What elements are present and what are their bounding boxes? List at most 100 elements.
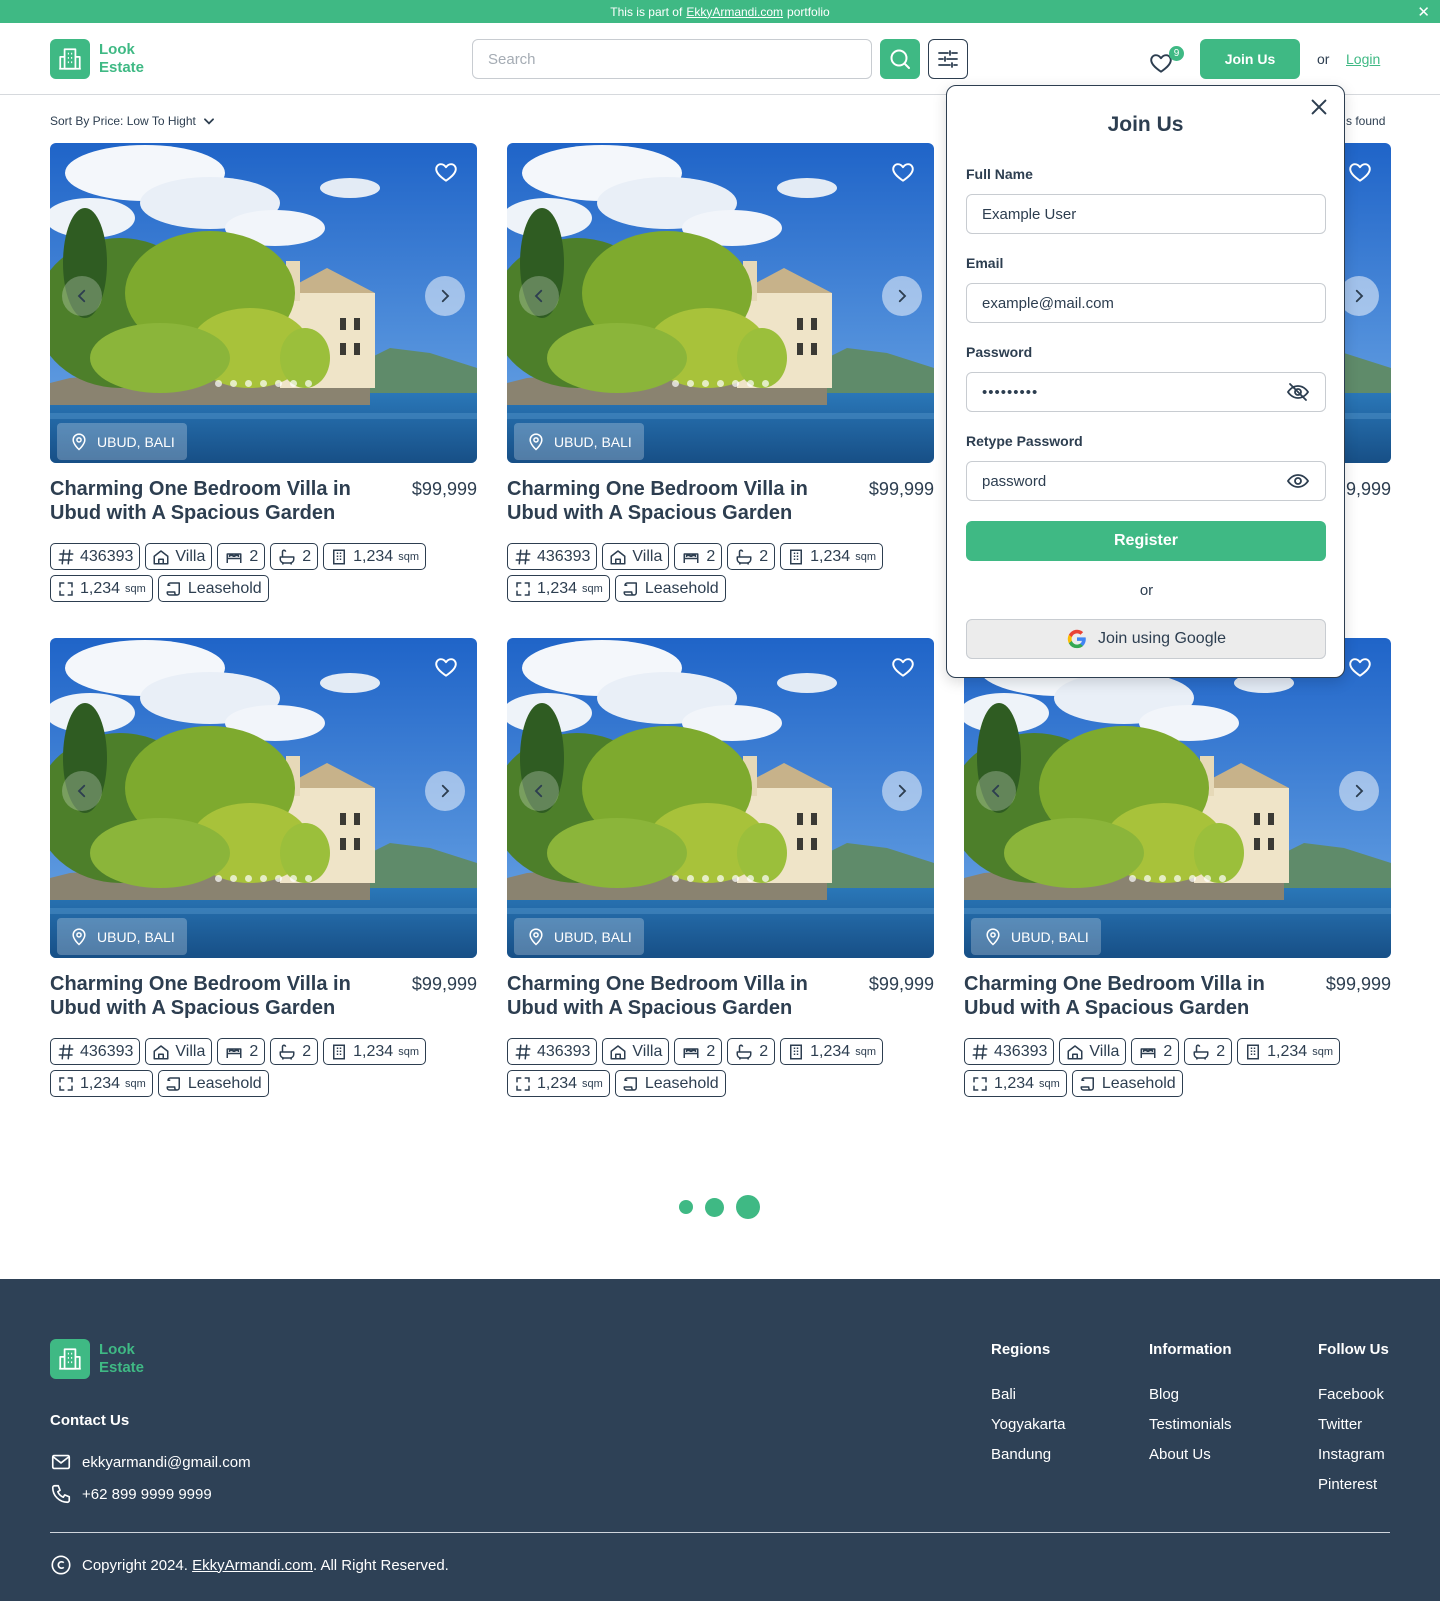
chevron-left-icon	[534, 784, 543, 798]
listing-price: $99,999	[868, 479, 934, 499]
search-input[interactable]	[472, 39, 872, 79]
next-photo-button[interactable]	[1339, 276, 1379, 316]
footer-link[interactable]: Instagram	[1318, 1446, 1389, 1464]
listing-title[interactable]: Charming One Bedroom Villa in Ubud with …	[507, 477, 837, 525]
login-link[interactable]: Login	[1346, 51, 1380, 67]
portfolio-link[interactable]: EkkyArmandi.com	[686, 5, 783, 19]
next-photo-button[interactable]	[882, 771, 922, 811]
chevron-left-icon	[534, 289, 543, 303]
photo-carousel-dots[interactable]	[215, 875, 312, 882]
tag-id: 436393	[50, 1038, 141, 1065]
filter-button[interactable]	[928, 39, 968, 79]
photo-carousel-dots[interactable]	[672, 875, 769, 882]
prev-photo-button[interactable]	[976, 771, 1016, 811]
page-dot-3[interactable]	[736, 1195, 760, 1219]
listing-card[interactable]: UBUD, BALI Charming One Bedroom Villa in…	[50, 143, 477, 602]
copyright-link[interactable]: EkkyArmandi.com	[192, 1557, 313, 1574]
eye-icon[interactable]	[1286, 469, 1310, 493]
listing-photo[interactable]: UBUD, BALI	[507, 638, 934, 958]
pagination	[679, 1195, 760, 1219]
close-icon[interactable]	[1308, 96, 1330, 118]
contact-email[interactable]: ekkyarmandi@gmail.com	[50, 1451, 251, 1473]
password-label: Password	[966, 344, 1033, 360]
home-icon	[153, 549, 169, 564]
prev-photo-button[interactable]	[519, 771, 559, 811]
favorite-heart-icon[interactable]	[433, 159, 459, 185]
prev-photo-button[interactable]	[62, 771, 102, 811]
sort-dropdown[interactable]: Sort By Price: Low To Hight	[50, 114, 216, 128]
tag-ownership: Leasehold	[157, 1070, 269, 1097]
listing-card[interactable]: UBUD, BALI Charming One Bedroom Villa in…	[964, 638, 1391, 1097]
brand-logo[interactable]: Look Estate	[50, 39, 144, 79]
chevron-right-icon	[1355, 289, 1364, 303]
page-dot-2[interactable]	[705, 1197, 724, 1217]
tag-land-area: 1,234sqm	[507, 575, 610, 602]
footer-link[interactable]: Yogyakarta	[991, 1416, 1066, 1434]
prev-photo-button[interactable]	[62, 276, 102, 316]
favorite-heart-icon[interactable]	[1347, 654, 1373, 680]
tag-building-area: 1,234sqm	[323, 1038, 426, 1065]
search-button[interactable]	[880, 39, 920, 79]
listing-photo[interactable]: UBUD, BALI	[964, 638, 1391, 958]
listing-title[interactable]: Charming One Bedroom Villa in Ubud with …	[50, 477, 380, 525]
footer-link[interactable]: Bali	[991, 1386, 1066, 1404]
or-label: or	[1317, 51, 1330, 67]
footer-link[interactable]: Testimonials	[1149, 1416, 1232, 1434]
announcement-bar: This is part of EkkyArmandi.com portfoli…	[0, 0, 1440, 23]
contact-phone[interactable]: +62 899 9999 9999	[50, 1483, 212, 1505]
tag-id: 436393	[507, 1038, 598, 1065]
page-dot-1[interactable]	[679, 1200, 693, 1214]
join-us-button[interactable]: Join Us	[1200, 39, 1300, 79]
scroll-icon	[1080, 1076, 1094, 1091]
photo-carousel-dots[interactable]	[215, 380, 312, 387]
tag-type: Villa	[145, 1038, 213, 1065]
listing-photo[interactable]: UBUD, BALI	[50, 638, 477, 958]
bed-icon	[226, 1047, 242, 1058]
next-photo-button[interactable]	[425, 276, 465, 316]
footer-regions: Regions Bali Yogyakarta Bandung	[991, 1341, 1066, 1476]
listing-features: 436393 Villa 2 2 1,234sqm	[964, 1038, 1391, 1097]
listing-title[interactable]: Charming One Bedroom Villa in Ubud with …	[964, 972, 1294, 1020]
listing-card[interactable]: UBUD, BALI Charming One Bedroom Villa in…	[507, 143, 934, 602]
copyright: Copyright 2024. EkkyArmandi.com. All Rig…	[50, 1554, 449, 1576]
password-field[interactable]: •••••••••	[966, 372, 1326, 412]
listing-photo[interactable]: UBUD, BALI	[507, 143, 934, 463]
tag-id: 436393	[964, 1038, 1055, 1065]
register-button[interactable]: Register	[966, 521, 1326, 561]
photo-carousel-dots[interactable]	[672, 380, 769, 387]
footer-link[interactable]: Twitter	[1318, 1416, 1389, 1434]
tag-building-area: 1,234sqm	[1237, 1038, 1340, 1065]
footer-link[interactable]: Facebook	[1318, 1386, 1389, 1404]
favorite-heart-icon[interactable]	[433, 654, 459, 680]
next-photo-button[interactable]	[882, 276, 922, 316]
listing-features: 436393 Villa 2 2 1,234sqm	[507, 1038, 934, 1097]
listing-card[interactable]: UBUD, BALI Charming One Bedroom Villa in…	[507, 638, 934, 1097]
eye-off-icon[interactable]	[1286, 380, 1310, 404]
next-photo-button[interactable]	[1339, 771, 1379, 811]
footer-logo[interactable]: Look Estate	[50, 1339, 144, 1379]
tag-beds: 2	[217, 543, 266, 570]
google-join-button[interactable]: Join using Google	[966, 619, 1326, 659]
photo-carousel-dots[interactable]	[1129, 875, 1226, 882]
listing-photo[interactable]: UBUD, BALI	[50, 143, 477, 463]
bed-icon	[226, 552, 242, 563]
footer-link[interactable]: About Us	[1149, 1446, 1232, 1464]
building-area-icon	[790, 1044, 803, 1059]
favorite-heart-icon[interactable]	[890, 654, 916, 680]
favorite-heart-icon[interactable]	[890, 159, 916, 185]
listing-title[interactable]: Charming One Bedroom Villa in Ubud with …	[50, 972, 380, 1020]
favorite-heart-icon[interactable]	[1347, 159, 1373, 185]
map-pin-icon	[986, 927, 1000, 946]
footer-link[interactable]: Blog	[1149, 1386, 1232, 1404]
close-icon[interactable]: ✕	[1417, 3, 1430, 21]
email-field[interactable]: example@mail.com	[966, 283, 1326, 323]
footer-link[interactable]: Pinterest	[1318, 1476, 1389, 1494]
prev-photo-button[interactable]	[519, 276, 559, 316]
footer-link[interactable]: Bandung	[991, 1446, 1066, 1464]
listing-card[interactable]: UBUD, BALI Charming One Bedroom Villa in…	[50, 638, 477, 1097]
next-photo-button[interactable]	[425, 771, 465, 811]
full-name-field[interactable]: Example User	[966, 194, 1326, 234]
listing-title[interactable]: Charming One Bedroom Villa in Ubud with …	[507, 972, 837, 1020]
retype-password-field[interactable]: password	[966, 461, 1326, 501]
tag-baths: 2	[270, 543, 319, 570]
